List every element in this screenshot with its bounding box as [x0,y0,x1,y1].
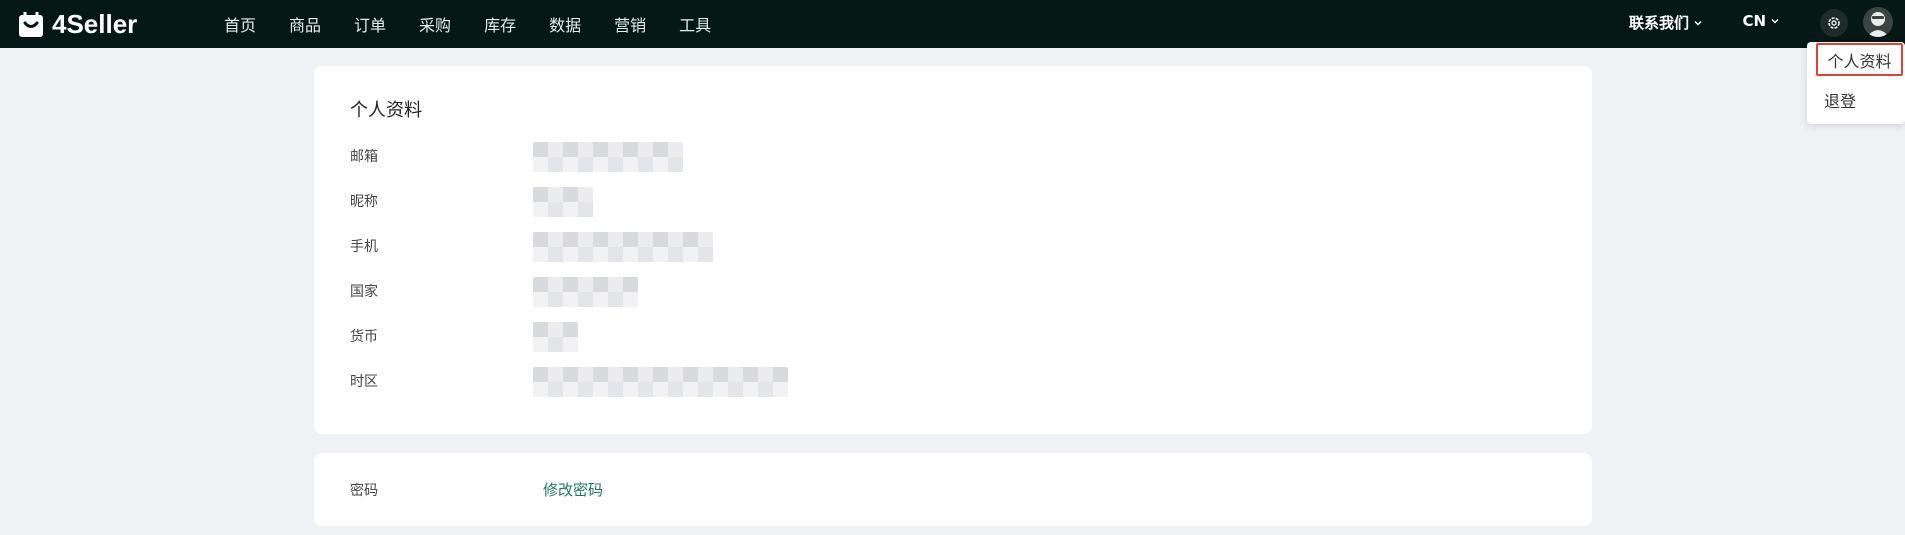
password-label: 密码 [350,483,378,499]
change-password-link[interactable]: 修改密码 [543,479,603,500]
chevron-down-icon [1771,19,1779,24]
brand-logo[interactable]: 4Seller [16,0,137,48]
nav-data[interactable]: 数据 [549,12,581,36]
currency-label: 货币 [350,329,378,345]
menu-item-profile[interactable]: 个人资料 [1816,43,1903,76]
contact-us-label: 联系我们 [1628,14,1689,32]
nav-inventory[interactable]: 库存 [484,12,516,36]
nav-purchase[interactable]: 采购 [419,12,451,36]
currency-value-redacted [533,322,578,352]
page-title: 个人资料 [350,100,422,121]
nav-orders[interactable]: 订单 [354,12,386,36]
nav-tools[interactable]: 工具 [679,12,711,36]
language-selector[interactable]: CN [1742,12,1780,30]
phone-value-redacted [533,232,713,262]
language-label: CN [1742,12,1766,30]
nav-marketing[interactable]: 营销 [614,12,646,36]
password-card: 密码 修改密码 [314,453,1592,526]
nickname-value-redacted [533,187,593,217]
profile-card: 个人资料 邮箱 昵称 手机 国家 货币 时区 [314,66,1592,434]
settings-button[interactable] [1820,9,1848,37]
shopping-bag-icon [19,12,43,37]
chevron-down-icon [1694,20,1702,25]
nav-products[interactable]: 商品 [289,12,321,36]
avatar[interactable] [1863,7,1893,37]
timezone-label: 时区 [350,374,378,390]
gear-icon [1828,17,1840,29]
brand-name: 4Seller [52,8,138,39]
top-nav-bar: 4Seller 首页 商品 订单 采购 库存 数据 营销 工具 联系我们 CN [0,0,1905,48]
main-nav: 首页 商品 订单 采购 库存 数据 营销 工具 [224,0,744,48]
timezone-value-redacted [533,367,788,397]
email-label: 邮箱 [350,149,378,165]
contact-us-menu[interactable]: 联系我们 [1629,12,1703,33]
menu-item-logout[interactable]: 退登 [1824,88,1856,112]
nickname-label: 昵称 [350,194,378,210]
country-label: 国家 [350,284,378,300]
user-avatar-icon [1867,12,1889,37]
country-value-redacted [533,277,638,307]
user-dropdown-menu: 个人资料 退登 [1807,42,1905,124]
phone-label: 手机 [350,239,378,255]
nav-home[interactable]: 首页 [224,12,256,36]
email-value-redacted [533,142,683,172]
